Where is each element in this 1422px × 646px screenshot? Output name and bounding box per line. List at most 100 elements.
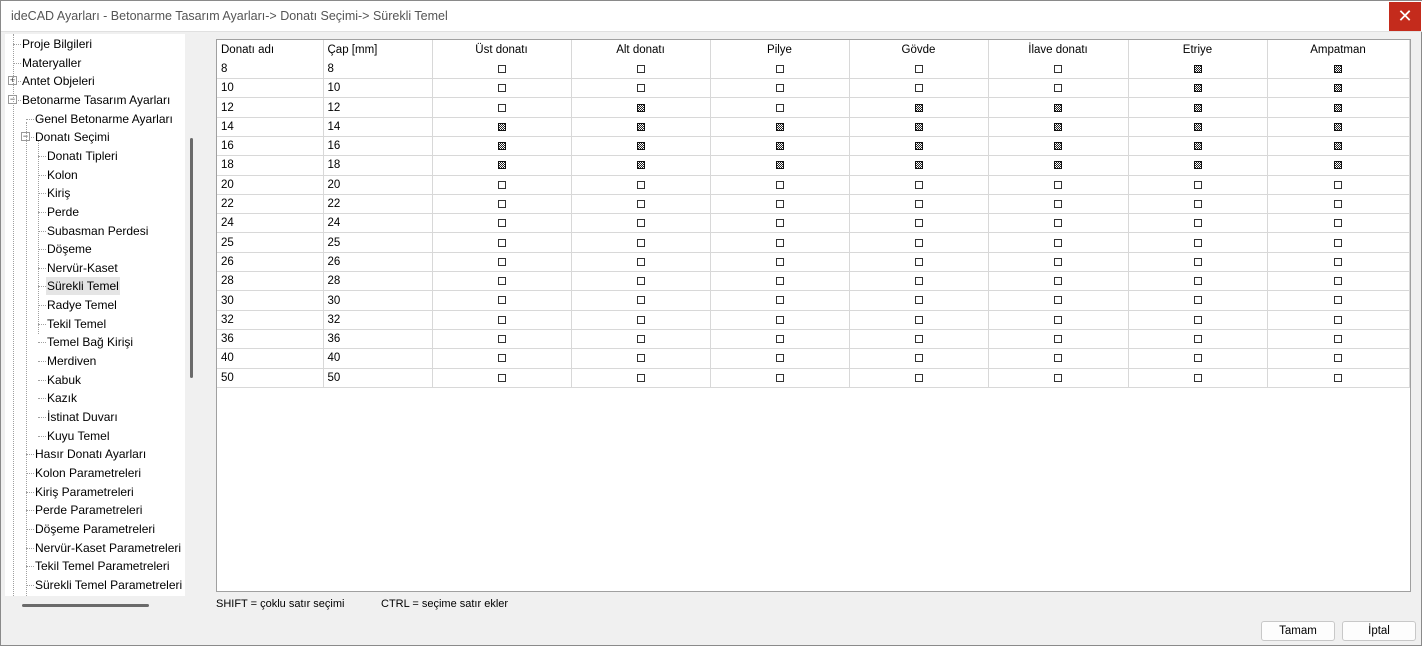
unchecked-checkbox[interactable] [1054,199,1062,208]
checked-checkbox[interactable] [1334,161,1342,170]
checked-checkbox[interactable] [1334,84,1342,93]
unchecked-checkbox[interactable] [775,103,784,112]
settings-tree[interactable]: Proje Bilgileri Materyaller Antet Objeleri… [5,34,185,596]
table-row[interactable]: 50 50 [217,368,1410,388]
table-row[interactable]: 40 40 [217,348,1410,369]
unchecked-checkbox[interactable] [1334,199,1342,208]
diameter-cell[interactable]: 18 [323,155,433,176]
unchecked-checkbox[interactable] [1054,64,1062,73]
tree-item[interactable]: Betonarme Tasarım Ayarları [21,91,171,109]
tree-item[interactable]: İstinat Duvarı [46,408,119,426]
unchecked-checkbox[interactable] [775,373,784,382]
unchecked-checkbox[interactable] [914,315,923,324]
tree-item[interactable]: Perde Parametreleri [34,501,143,519]
diameter-cell[interactable]: 36 [323,329,433,350]
unchecked-checkbox[interactable] [636,84,645,93]
table-row[interactable]: 14 14 [217,117,1410,137]
unchecked-checkbox[interactable] [1054,257,1062,266]
unchecked-checkbox[interactable] [497,238,506,247]
unchecked-checkbox[interactable] [914,199,923,208]
unchecked-checkbox[interactable] [914,180,923,189]
tree-item[interactable]: Kolon Parametreleri [34,464,142,482]
unchecked-checkbox[interactable] [1193,315,1202,324]
tree-item[interactable]: Donatı Tipleri [46,147,119,165]
column-header[interactable]: Alt donatı [571,40,711,60]
checked-checkbox[interactable] [1193,64,1202,73]
rebar-name-cell[interactable]: 10 [217,78,324,99]
column-header[interactable]: Çap [mm] [323,40,433,60]
tree-item[interactable]: Subasman Perdesi [46,222,149,240]
diameter-cell[interactable]: 14 [323,117,433,137]
unchecked-checkbox[interactable] [636,257,645,266]
cancel-button[interactable]: İptal [1342,621,1416,641]
unchecked-checkbox[interactable] [1334,373,1342,382]
tree-item[interactable]: Kiriş Parametreleri [34,483,135,501]
unchecked-checkbox[interactable] [914,354,923,363]
unchecked-checkbox[interactable] [914,257,923,266]
unchecked-checkbox[interactable] [497,277,506,286]
unchecked-checkbox[interactable] [914,84,923,93]
checked-checkbox[interactable] [497,122,506,131]
tree-item[interactable]: Antet Objeleri [21,72,96,90]
close-button[interactable]: ✕ [1389,2,1421,31]
unchecked-checkbox[interactable] [1054,238,1062,247]
checked-checkbox[interactable] [914,122,923,131]
unchecked-checkbox[interactable] [775,296,784,305]
rebar-name-cell[interactable]: 26 [217,252,324,273]
unchecked-checkbox[interactable] [1193,277,1202,286]
unchecked-checkbox[interactable] [497,257,506,266]
unchecked-checkbox[interactable] [1054,315,1062,324]
table-row[interactable]: 24 24 [217,213,1410,234]
checked-checkbox[interactable] [1054,142,1062,151]
unchecked-checkbox[interactable] [636,64,645,73]
unchecked-checkbox[interactable] [1193,373,1202,382]
table-row[interactable]: 22 22 [217,194,1410,215]
tree-item[interactable]: Temel Bağ Kirişi [46,333,134,351]
table-row[interactable]: 36 36 [217,329,1410,350]
unchecked-checkbox[interactable] [1334,315,1342,324]
unchecked-checkbox[interactable] [636,277,645,286]
unchecked-checkbox[interactable] [775,84,784,93]
tree-item[interactable]: Sürekli Temel Parametreleri [34,576,183,594]
tree-item[interactable]: Tekil Temel [46,315,107,333]
unchecked-checkbox[interactable] [1193,199,1202,208]
unchecked-checkbox[interactable] [1054,354,1062,363]
unchecked-checkbox[interactable] [1054,219,1062,228]
unchecked-checkbox[interactable] [1054,296,1062,305]
unchecked-checkbox[interactable] [636,315,645,324]
tree-item[interactable]: Kiriş [46,184,71,202]
unchecked-checkbox[interactable] [1334,257,1342,266]
unchecked-checkbox[interactable] [775,315,784,324]
column-header[interactable]: Pilye [710,40,850,60]
tree-item[interactable]: Sürekli Temel [46,277,120,296]
unchecked-checkbox[interactable] [1054,373,1062,382]
checked-checkbox[interactable] [1193,84,1202,93]
tree-item[interactable]: Kabuk [46,371,82,389]
checked-checkbox[interactable] [1193,103,1202,112]
unchecked-checkbox[interactable] [1334,354,1342,363]
unchecked-checkbox[interactable] [914,296,923,305]
unchecked-checkbox[interactable] [1193,257,1202,266]
table-row[interactable]: 10 10 [217,78,1410,99]
tree-item[interactable]: Materyaller [21,54,82,72]
checked-checkbox[interactable] [775,122,784,131]
checked-checkbox[interactable] [1054,122,1062,131]
tree-item[interactable]: Hasır Donatı Ayarları [34,445,147,463]
unchecked-checkbox[interactable] [1193,335,1202,344]
rebar-name-cell[interactable]: 50 [217,368,324,388]
unchecked-checkbox[interactable] [497,354,506,363]
unchecked-checkbox[interactable] [775,335,784,344]
rebar-name-cell[interactable]: 18 [217,155,324,176]
checked-checkbox[interactable] [1334,142,1342,151]
checked-checkbox[interactable] [636,122,645,131]
unchecked-checkbox[interactable] [497,296,506,305]
checked-checkbox[interactable] [914,103,923,112]
table-row[interactable]: 18 18 [217,155,1410,176]
unchecked-checkbox[interactable] [1334,277,1342,286]
unchecked-checkbox[interactable] [914,219,923,228]
unchecked-checkbox[interactable] [497,335,506,344]
rebar-name-cell[interactable]: 40 [217,348,324,369]
unchecked-checkbox[interactable] [775,180,784,189]
unchecked-checkbox[interactable] [1334,180,1342,189]
unchecked-checkbox[interactable] [775,219,784,228]
